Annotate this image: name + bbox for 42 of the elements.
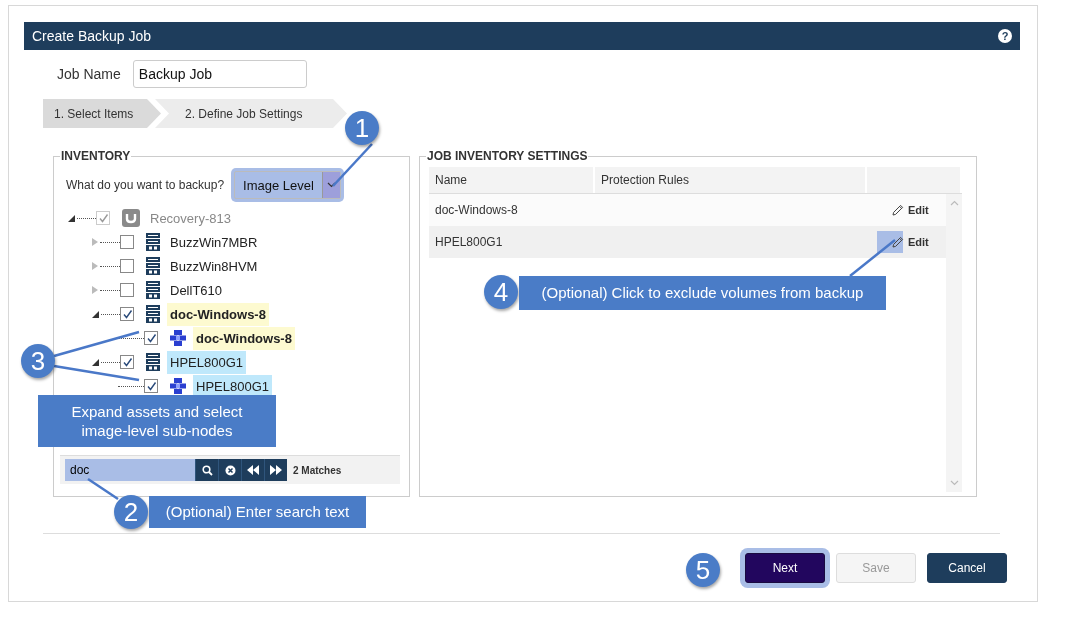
server-icon xyxy=(146,233,160,251)
job-name-label: Job Name xyxy=(57,66,121,82)
search-icon[interactable] xyxy=(195,459,218,481)
previous-icon[interactable] xyxy=(241,459,264,481)
leader-line xyxy=(849,239,896,277)
server-icon xyxy=(146,305,160,323)
table-cell-text: HPEL800G1 xyxy=(434,235,504,249)
server-icon xyxy=(146,257,160,275)
callout-number: 3 xyxy=(21,344,55,378)
pencil-icon xyxy=(892,204,904,216)
dialog-button[interactable]: Cancel xyxy=(927,553,1007,583)
job-name-field[interactable]: Backup Job xyxy=(132,60,307,88)
table-cell-text: doc-Windows-8 xyxy=(434,203,519,217)
backup-question: What do you want to backup? xyxy=(66,178,225,192)
edit-link[interactable]: Edit xyxy=(877,199,931,221)
backup-type-dropdown[interactable]: Image Level xyxy=(234,171,341,199)
inventory-legend: INVENTORY xyxy=(60,149,132,163)
search-field[interactable]: doc xyxy=(65,459,195,481)
appliance-icon xyxy=(122,209,140,227)
callout-text: (Optional) Click to exclude volumes from backup xyxy=(519,276,886,310)
callout-number: 5 xyxy=(686,553,720,587)
callout-text: (Optional) Enter search text xyxy=(149,496,366,528)
help-icon[interactable]: ? xyxy=(998,29,1012,43)
cube-cluster-icon xyxy=(170,330,186,346)
callout-number: 1 xyxy=(345,111,379,145)
wizard-step[interactable]: 1. Select Items xyxy=(43,99,161,128)
clear-icon[interactable] xyxy=(218,459,241,481)
server-icon xyxy=(146,353,160,371)
leader-line xyxy=(332,143,373,187)
pencil-icon xyxy=(892,236,904,248)
server-icon xyxy=(146,281,160,299)
match-count: 2 Matches xyxy=(293,464,342,476)
callout-text: Expand assets and select image-level sub-nodes xyxy=(38,395,276,447)
cube-cluster-icon xyxy=(170,378,186,394)
dialog-title: Create Backup Job xyxy=(32,28,152,44)
wizard-step[interactable]: 2. Define Job Settings xyxy=(155,99,347,128)
job-inventory-legend: JOB INVENTORY SETTINGS xyxy=(426,149,589,163)
callout-number: 4 xyxy=(484,275,518,309)
edit-link[interactable]: Edit xyxy=(877,231,931,253)
next-icon[interactable] xyxy=(264,459,287,481)
leader-line xyxy=(87,477,119,501)
callout-number: 2 xyxy=(114,495,148,529)
